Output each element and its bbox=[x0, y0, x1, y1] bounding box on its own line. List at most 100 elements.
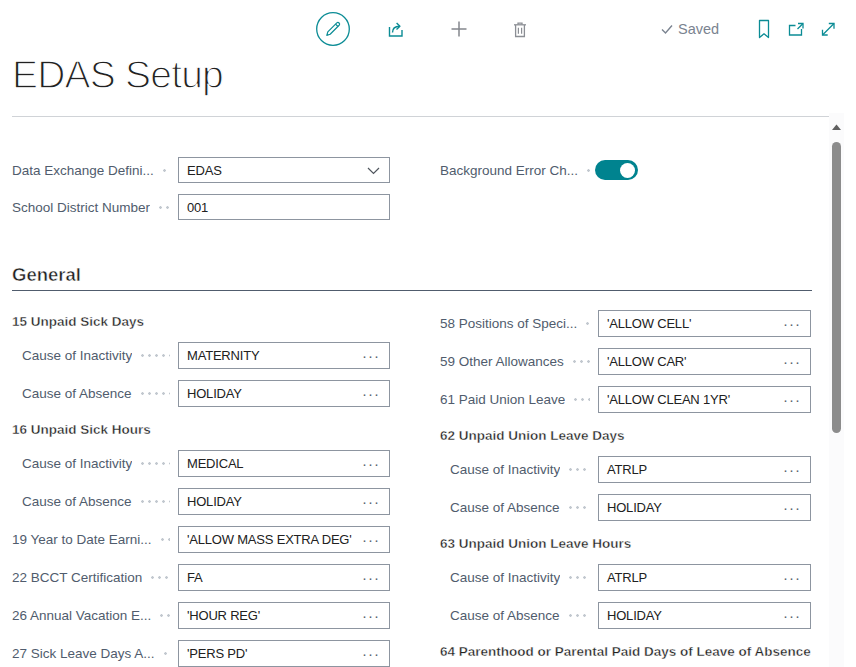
ellipsis-button[interactable] bbox=[362, 494, 380, 509]
section-general-title[interactable]: General bbox=[12, 264, 81, 286]
dot-leader bbox=[567, 494, 590, 521]
group-header: 15 Unpaid Sick Days bbox=[0, 315, 391, 328]
page-title: EDAS Setup bbox=[12, 55, 223, 95]
bookmark-button[interactable] bbox=[756, 19, 772, 44]
field-row: Cause of Inactivity ATRLP bbox=[428, 564, 811, 591]
field-school-district: School District Number 001 bbox=[0, 194, 391, 220]
field-row: Cause of Absence HOLIDAY bbox=[428, 602, 811, 629]
ellipsis-button[interactable] bbox=[783, 608, 801, 623]
saved-label: Saved bbox=[678, 21, 719, 37]
ellipsis-button[interactable] bbox=[362, 532, 380, 547]
ellipsis-button[interactable] bbox=[362, 646, 380, 661]
ellipsis-button[interactable] bbox=[362, 608, 380, 623]
ellipsis-button[interactable] bbox=[783, 354, 801, 369]
share-icon bbox=[385, 18, 407, 40]
field-row: Cause of Inactivity MATERNITY bbox=[0, 342, 391, 369]
field-row: 27 Sick Leave Days A... 'PERS PD' bbox=[0, 640, 391, 667]
field-row: Cause of Absence HOLIDAY bbox=[0, 488, 391, 515]
field-input[interactable]: 'ALLOW MASS EXTRA DEG' bbox=[178, 526, 390, 553]
general-left-column: 15 Unpaid Sick Days Cause of Inactivity … bbox=[0, 299, 391, 667]
field-label: Background Error Ch... bbox=[440, 157, 595, 183]
ellipsis-button[interactable] bbox=[783, 316, 801, 331]
field-input[interactable]: ATRLP bbox=[598, 456, 811, 483]
top-fields-left: Data Exchange Defini... EDAS School Dist… bbox=[0, 157, 391, 231]
dot-leader bbox=[571, 348, 590, 375]
title-divider bbox=[12, 116, 844, 117]
field-input[interactable]: MATERNITY bbox=[178, 342, 390, 369]
ellipsis-button[interactable] bbox=[783, 462, 801, 477]
ellipsis-button[interactable] bbox=[362, 386, 380, 401]
chevron-down-icon[interactable] bbox=[367, 163, 380, 178]
field-data-exchange: Data Exchange Defini... EDAS bbox=[0, 157, 391, 183]
field-input[interactable]: HOLIDAY bbox=[178, 488, 390, 515]
plus-icon bbox=[448, 18, 470, 40]
ellipsis-button[interactable] bbox=[783, 392, 801, 407]
ellipsis-button[interactable] bbox=[362, 456, 380, 471]
dot-leader bbox=[161, 157, 170, 183]
new-button[interactable] bbox=[448, 18, 470, 44]
field-row: Cause of Inactivity ATRLP bbox=[428, 456, 811, 483]
field-row: 59 Other Allowances 'ALLOW CAR' bbox=[428, 348, 811, 375]
edit-button[interactable] bbox=[314, 10, 352, 52]
dot-leader bbox=[139, 488, 170, 515]
delete-button[interactable] bbox=[509, 18, 531, 44]
dot-leader bbox=[567, 564, 590, 591]
group-header: 64 Parenthood or Parental Paid Days of L… bbox=[428, 645, 811, 658]
field-input[interactable]: 'PERS PD' bbox=[178, 640, 390, 667]
trash-icon bbox=[509, 18, 531, 40]
expand-button[interactable] bbox=[818, 19, 838, 43]
dot-leader bbox=[149, 564, 170, 591]
field-label: School District Number bbox=[12, 194, 178, 220]
field-label: Data Exchange Defini... bbox=[12, 157, 178, 183]
field-input[interactable]: 'HOUR REG' bbox=[178, 602, 390, 629]
share-button[interactable] bbox=[385, 18, 407, 44]
field-background-error-check: Background Error Ch... bbox=[428, 157, 811, 183]
field-input[interactable]: 'ALLOW CELL' bbox=[598, 310, 811, 337]
dot-leader bbox=[585, 157, 591, 183]
field-input[interactable]: HOLIDAY bbox=[598, 494, 811, 521]
group-header: 62 Unpaid Union Leave Days bbox=[428, 429, 811, 442]
data-exchange-select[interactable]: EDAS bbox=[178, 157, 390, 183]
field-row: 58 Positions of Speci... 'ALLOW CELL' bbox=[428, 310, 811, 337]
field-input[interactable]: FA bbox=[178, 564, 390, 591]
group-header: 63 Unpaid Union Leave Hours bbox=[428, 537, 811, 550]
edit-circle bbox=[317, 13, 350, 46]
scrollbar-up-arrow[interactable] bbox=[832, 124, 841, 130]
dot-leader bbox=[139, 380, 170, 407]
group-header: 16 Unpaid Sick Hours bbox=[0, 423, 391, 436]
dot-leader bbox=[162, 640, 170, 667]
field-row: 19 Year to Date Earni... 'ALLOW MASS EXT… bbox=[0, 526, 391, 553]
ellipsis-button[interactable] bbox=[362, 348, 380, 363]
save-status: Saved bbox=[660, 21, 719, 37]
field-input[interactable]: 'ALLOW CAR' bbox=[598, 348, 811, 375]
dot-leader bbox=[567, 456, 590, 483]
open-in-window-icon bbox=[786, 19, 806, 39]
field-input[interactable]: MEDICAL bbox=[178, 450, 390, 477]
scrollbar-thumb[interactable] bbox=[832, 142, 841, 433]
background-error-toggle[interactable] bbox=[595, 160, 638, 180]
general-right-column: 58 Positions of Speci... 'ALLOW CELL' 59… bbox=[428, 310, 811, 667]
field-row: 26 Annual Vacation E... 'HOUR REG' bbox=[0, 602, 391, 629]
field-input[interactable]: ATRLP bbox=[598, 564, 811, 591]
scrollbar[interactable] bbox=[829, 113, 844, 667]
open-in-window-button[interactable] bbox=[786, 19, 806, 43]
field-input[interactable]: HOLIDAY bbox=[598, 602, 811, 629]
check-icon bbox=[660, 22, 674, 36]
dot-leader bbox=[572, 386, 590, 413]
ellipsis-button[interactable] bbox=[783, 570, 801, 585]
dot-leader bbox=[567, 602, 590, 629]
ellipsis-button[interactable] bbox=[362, 570, 380, 585]
edas-setup-page: Saved EDAS Setup Data Exchange Defini... bbox=[0, 0, 856, 667]
dot-leader bbox=[584, 310, 590, 337]
field-input[interactable]: 'ALLOW CLEAN 1YR' bbox=[598, 386, 811, 413]
top-fields-right: Background Error Ch... bbox=[428, 157, 811, 194]
dot-leader bbox=[159, 526, 170, 553]
pencil-icon bbox=[327, 22, 340, 35]
bookmark-icon bbox=[756, 19, 772, 40]
school-district-input[interactable]: 001 bbox=[178, 194, 390, 220]
ellipsis-button[interactable] bbox=[783, 500, 801, 515]
dot-leader bbox=[158, 602, 170, 629]
expand-icon bbox=[818, 19, 838, 39]
field-input[interactable]: HOLIDAY bbox=[178, 380, 390, 407]
toggle-knob bbox=[620, 163, 635, 178]
